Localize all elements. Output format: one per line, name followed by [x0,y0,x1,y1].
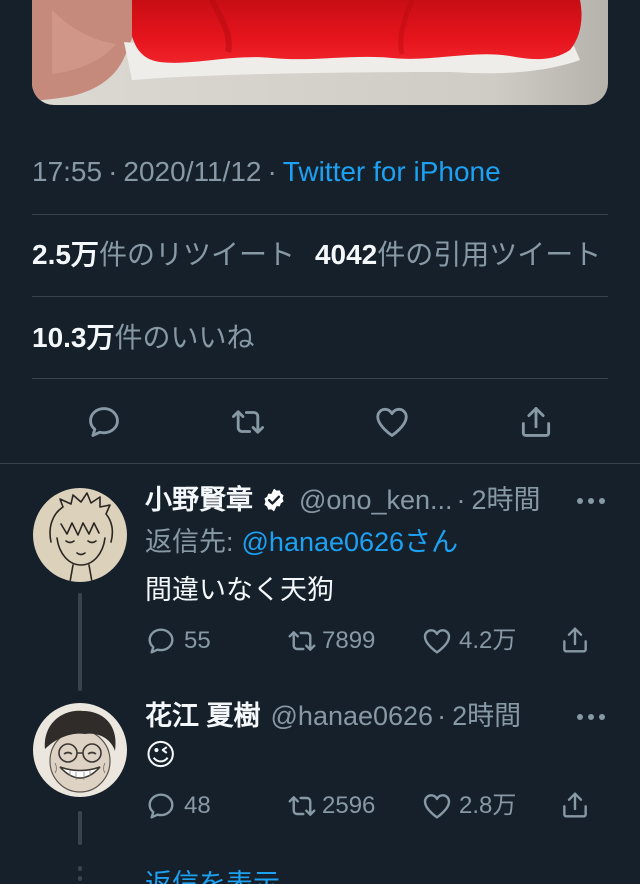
show-replies-link[interactable]: 返信を表示 [145,866,280,884]
reply-to-line: 返信先: @hanae0626さん [145,524,458,560]
reply-author-name[interactable]: 小野賢章 [145,482,253,518]
retweet-count: 7899 [322,627,376,654]
quote-tweets-stat[interactable]: 4042件の引用ツイート [315,237,601,273]
share-icon [521,407,551,437]
reply-icon [89,407,119,437]
divider [32,214,608,215]
reply-button[interactable] [145,625,177,657]
likes-label: 件のいいね [114,322,255,353]
likes-stats-row: 10.3万件のいいね [32,320,275,356]
reply-count: 55 [184,627,211,654]
reply-text: 間違いなく天狗 [145,575,334,605]
retweets-count: 2.5万 [32,239,99,270]
like-button[interactable] [421,790,453,822]
like-icon [423,794,451,819]
more-icon [577,498,605,504]
separator-dot: · [456,485,466,515]
retweet-icon [232,410,264,434]
reply-header: 小野賢章 @ono_ken... · 2時間 [145,482,541,518]
retweet-icon [288,631,316,651]
reply-author-name[interactable]: 花江 夏樹 [145,698,261,734]
like-count: 4.2万 [459,627,517,654]
like-button[interactable] [373,403,411,441]
more-icon [577,714,605,720]
separator-dot: · [437,701,447,731]
engagement-stats-row: 2.5万件のリツイート 4042件の引用ツイート [32,237,621,273]
photo-image [32,0,608,105]
avatar[interactable] [33,703,127,797]
reply-button[interactable] [85,403,123,441]
reply-text: 😉 [145,739,177,772]
section-divider [0,463,640,464]
share-icon [563,627,587,653]
reply-count: 48 [184,792,211,819]
reply-to-handle-link[interactable]: @hanae0626さん [242,527,459,557]
share-button[interactable] [517,403,555,441]
thread-connector-line [78,593,82,691]
retweets-label: 件のリツイート [98,239,295,270]
thread-dots [78,866,82,871]
avatar-image [33,488,127,582]
like-icon [376,407,408,437]
thread-connector-line [78,811,82,845]
verified-badge-icon [261,487,287,513]
likes-stat[interactable]: 10.3万件のいいね [32,320,255,356]
like-button[interactable] [421,625,453,657]
quote-tweets-label: 件の引用ツイート [377,239,602,270]
tweet-timestamp-line: 17:55 · 2020/11/12 · Twitter for iPhone [32,154,501,190]
reply-timestamp[interactable]: 2時間 [452,698,521,734]
reply-to-label: 返信先: [145,527,234,557]
avatar-image [33,703,127,797]
retweet-count: 2596 [322,792,376,819]
reply-icon [148,628,174,654]
reply-timestamp[interactable]: 2時間 [472,482,541,518]
quote-tweets-count: 4042 [314,239,378,270]
tweet-date: 2020/11/12 [123,156,262,187]
tweet-media-photo[interactable] [32,0,608,105]
like-icon [423,629,451,654]
retweets-stat[interactable]: 2.5万件のリツイート [32,237,295,273]
like-count: 2.8万 [459,792,517,819]
retweet-button[interactable] [286,790,318,822]
reply-header: 花江 夏樹 @hanae0626 · 2時間 [145,698,521,734]
tweet-source-link[interactable]: Twitter for iPhone [283,156,501,187]
reply-author-handle[interactable]: @hanae0626 [271,698,434,734]
thread-dots [78,876,82,881]
share-button[interactable] [559,624,591,656]
more-options-button[interactable] [576,496,606,506]
avatar[interactable] [33,488,127,582]
reply-button[interactable] [145,790,177,822]
separator-dot: · [108,156,118,187]
separator-dot: · [267,156,277,187]
retweet-icon [288,796,316,816]
retweet-button[interactable] [229,403,267,441]
divider [32,296,608,297]
share-button[interactable] [559,789,591,821]
divider [32,378,608,379]
more-options-button[interactable] [576,712,606,722]
likes-count: 10.3万 [32,322,115,353]
share-icon [563,792,587,818]
tweet-time: 17:55 [32,156,103,187]
retweet-button[interactable] [286,625,318,657]
reply-icon [148,793,174,819]
reply-author-handle[interactable]: @ono_ken... [299,482,453,518]
